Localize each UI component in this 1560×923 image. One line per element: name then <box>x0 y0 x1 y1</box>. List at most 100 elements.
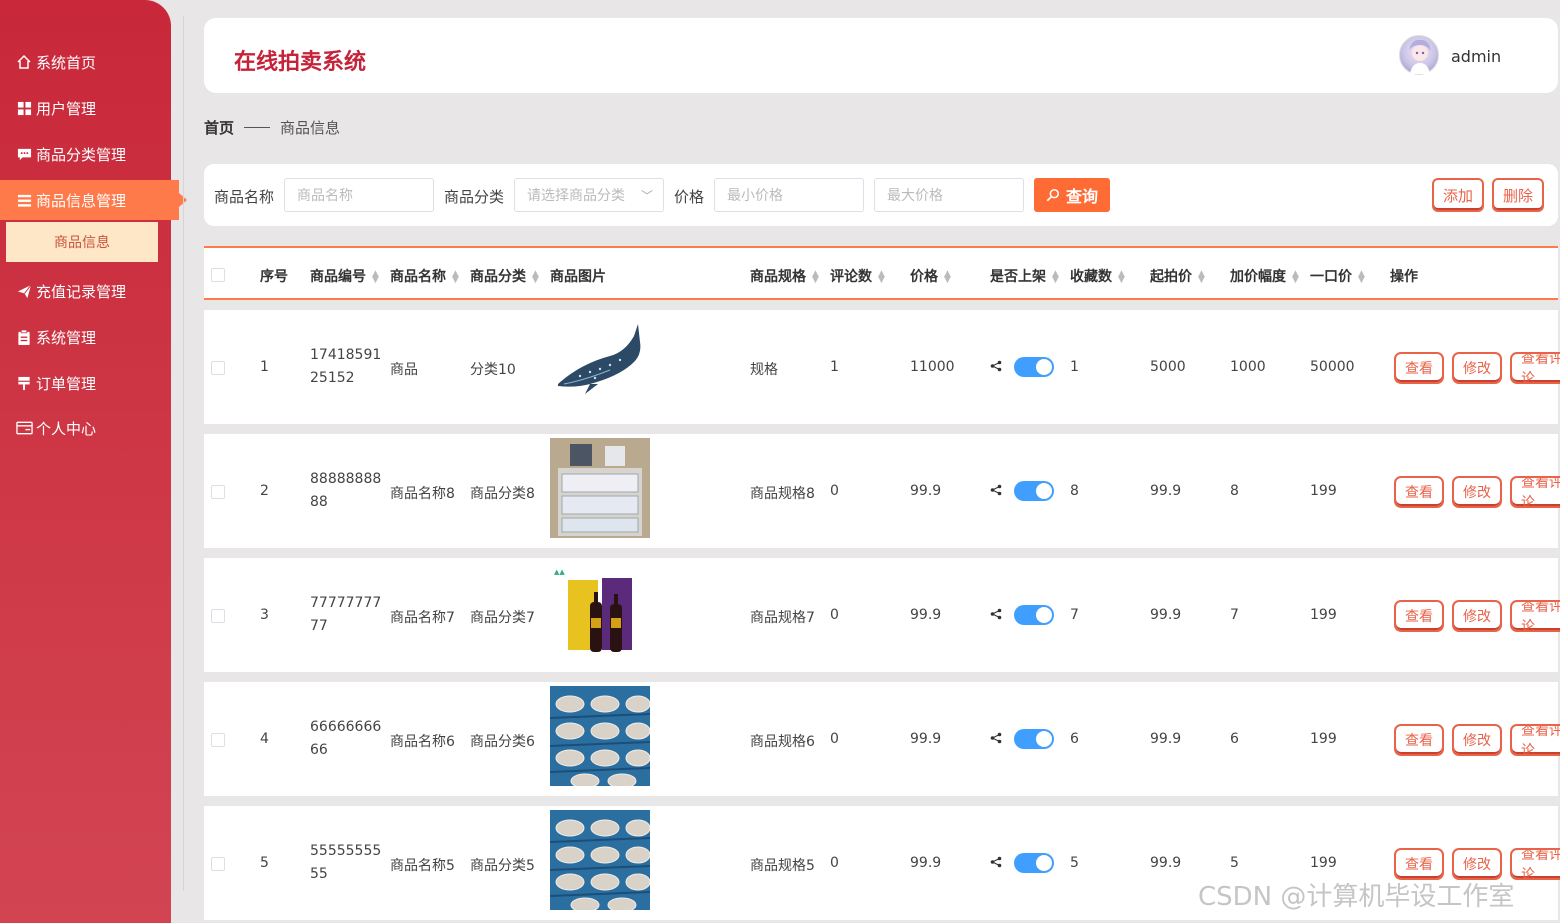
view-button[interactable]: 查看 <box>1394 724 1444 756</box>
sidebar-item-categories[interactable]: 商品分类管理 <box>0 134 171 174</box>
cell-spec: 商品规格6 <box>750 734 815 750</box>
price-label: 价格 <box>674 188 705 206</box>
cell-name: 商品名称7 <box>390 610 455 626</box>
edit-button[interactable]: 修改 <box>1452 600 1502 632</box>
cell-favorites: 1 <box>1070 359 1079 375</box>
cell-price: 11000 <box>910 359 955 375</box>
submenu-item-goods-info[interactable]: 商品信息 <box>6 222 158 262</box>
cell-price: 99.9 <box>910 483 942 499</box>
cell-start-price: 99.9 <box>1150 855 1182 871</box>
breadcrumb-home[interactable]: 首页 <box>204 117 234 138</box>
header-price[interactable]: 价格 ▲ ▼ <box>910 266 951 286</box>
header-favorites[interactable]: 收藏数 ▲ ▼ <box>1070 266 1125 286</box>
header-index: 序号 <box>260 269 288 285</box>
on-shelf-toggle[interactable] <box>1014 357 1054 377</box>
cell-spec: 商品规格5 <box>750 858 815 874</box>
cell-code: 7777777777 <box>310 595 382 634</box>
sidebar-item-label: 个人中心 <box>36 419 97 438</box>
goods-image[interactable] <box>550 314 650 414</box>
row-checkbox[interactable] <box>211 485 225 499</box>
sidebar-item-home[interactable]: 系统首页 <box>0 42 171 82</box>
cell-index: 1 <box>260 359 269 375</box>
edit-button[interactable]: 修改 <box>1452 352 1502 384</box>
cell-spec: 商品规格7 <box>750 610 815 626</box>
row-checkbox[interactable] <box>211 609 225 623</box>
svg-text:▲▲: ▲▲ <box>554 568 565 576</box>
view-comments-button[interactable]: 查看评论 <box>1510 476 1560 508</box>
search-icon <box>1046 188 1060 202</box>
watermark: CSDN @计算机毕设工作室 <box>1198 882 1515 912</box>
header-start-price[interactable]: 起拍价 ▲ ▼ <box>1150 266 1205 286</box>
goods-image[interactable]: ▲▲ <box>550 562 650 662</box>
list-icon <box>15 191 33 209</box>
header-code[interactable]: 商品编号 ▲ ▼ <box>310 266 379 286</box>
cell-name: 商品 <box>390 362 418 378</box>
min-price-input[interactable]: 最小价格 <box>714 178 864 212</box>
header-on-shelf[interactable]: 是否上架 ▲ ▼ <box>990 266 1059 286</box>
header-image: 商品图片 <box>550 269 606 285</box>
view-button[interactable]: 查看 <box>1394 352 1444 384</box>
query-button[interactable]: 查询 <box>1034 178 1110 212</box>
sidebar-item-system[interactable]: 系统管理 <box>0 317 171 357</box>
category-select[interactable]: 请选择商品分类 ﹀ <box>514 178 664 212</box>
grid-icon <box>15 99 33 117</box>
edit-button[interactable]: 修改 <box>1452 724 1502 756</box>
goods-image[interactable] <box>550 686 650 786</box>
header-comments[interactable]: 评论数 ▲ ▼ <box>830 266 885 286</box>
cell-comments: 1 <box>830 359 839 375</box>
view-comments-button[interactable]: 查看评论 <box>1510 352 1560 384</box>
on-shelf-toggle[interactable] <box>1014 729 1054 749</box>
username[interactable]: admin <box>1451 47 1501 66</box>
name-input[interactable]: 商品名称 <box>284 178 434 212</box>
sort-icon: ▲ ▼ <box>1052 269 1059 285</box>
on-shelf-toggle[interactable] <box>1014 605 1054 625</box>
view-comments-button[interactable]: 查看评论 <box>1510 848 1560 880</box>
sidebar-item-goods-info[interactable]: 商品信息管理 <box>0 180 187 220</box>
view-comments-button[interactable]: 查看评论 <box>1510 600 1560 632</box>
cell-category: 分类10 <box>470 362 516 378</box>
share-icon <box>990 608 1002 623</box>
on-shelf-toggle[interactable] <box>1014 853 1054 873</box>
view-comments-button[interactable]: 查看评论 <box>1510 724 1560 756</box>
header-buyout[interactable]: 一口价 ▲ ▼ <box>1310 266 1365 286</box>
sort-icon: ▲ ▼ <box>372 269 379 285</box>
header-spec[interactable]: 商品规格 ▲ ▼ <box>750 266 819 286</box>
select-all-checkbox[interactable] <box>211 268 225 282</box>
avatar[interactable] <box>1399 35 1439 75</box>
breadcrumb-separator <box>244 127 271 128</box>
cell-start-price: 99.9 <box>1150 731 1182 747</box>
add-button[interactable]: 添加 <box>1432 178 1484 212</box>
cell-name: 商品名称6 <box>390 734 455 750</box>
cell-start-price: 99.9 <box>1150 607 1182 623</box>
table-header: 序号 商品编号 ▲ ▼ 商品名称 ▲ ▼ 商品分类 ▲ ▼ 商品图片 商品规格 ▲ ▼ 评论数 ▲… <box>204 246 1558 300</box>
sidebar-item-profile[interactable]: 个人中心 <box>0 408 171 448</box>
cell-increment: 5 <box>1230 855 1239 871</box>
header-category[interactable]: 商品分类 ▲ ▼ <box>470 266 539 286</box>
view-button[interactable]: 查看 <box>1394 476 1444 508</box>
cell-start-price: 99.9 <box>1150 483 1182 499</box>
edit-button[interactable]: 修改 <box>1452 476 1502 508</box>
sidebar-item-label: 系统首页 <box>36 53 97 72</box>
sidebar-item-users[interactable]: 用户管理 <box>0 88 171 128</box>
row-checkbox[interactable] <box>211 733 225 747</box>
row-checkbox[interactable] <box>211 361 225 375</box>
goods-image[interactable] <box>550 438 650 538</box>
sidebar: 系统首页 用户管理 商品分类管理 商品信息管理 商品信息 充值记录管理 系统管理 <box>0 0 187 923</box>
table-row: 4 6666666666 商品名称6 商品分类6 商品规格6 0 99.9 6 99.9 6 199… <box>204 682 1560 796</box>
header-increment[interactable]: 加价幅度 ▲ ▼ <box>1230 266 1299 286</box>
share-icon <box>990 732 1002 747</box>
goods-image[interactable] <box>550 810 650 910</box>
cell-code: 5555555555 <box>310 843 382 882</box>
view-button[interactable]: 查看 <box>1394 600 1444 632</box>
sidebar-item-orders[interactable]: 订单管理 <box>0 363 171 403</box>
on-shelf-toggle[interactable] <box>1014 481 1054 501</box>
cell-code: 1741859125152 <box>310 347 382 386</box>
home-icon <box>15 53 33 71</box>
sidebar-item-recharge[interactable]: 充值记录管理 <box>0 271 171 311</box>
row-checkbox[interactable] <box>211 857 225 871</box>
delete-button[interactable]: 删除 <box>1492 178 1544 212</box>
cell-comments: 0 <box>830 483 839 499</box>
divider <box>183 16 184 891</box>
max-price-input[interactable]: 最大价格 <box>874 178 1024 212</box>
header-name[interactable]: 商品名称 ▲ ▼ <box>390 266 459 286</box>
